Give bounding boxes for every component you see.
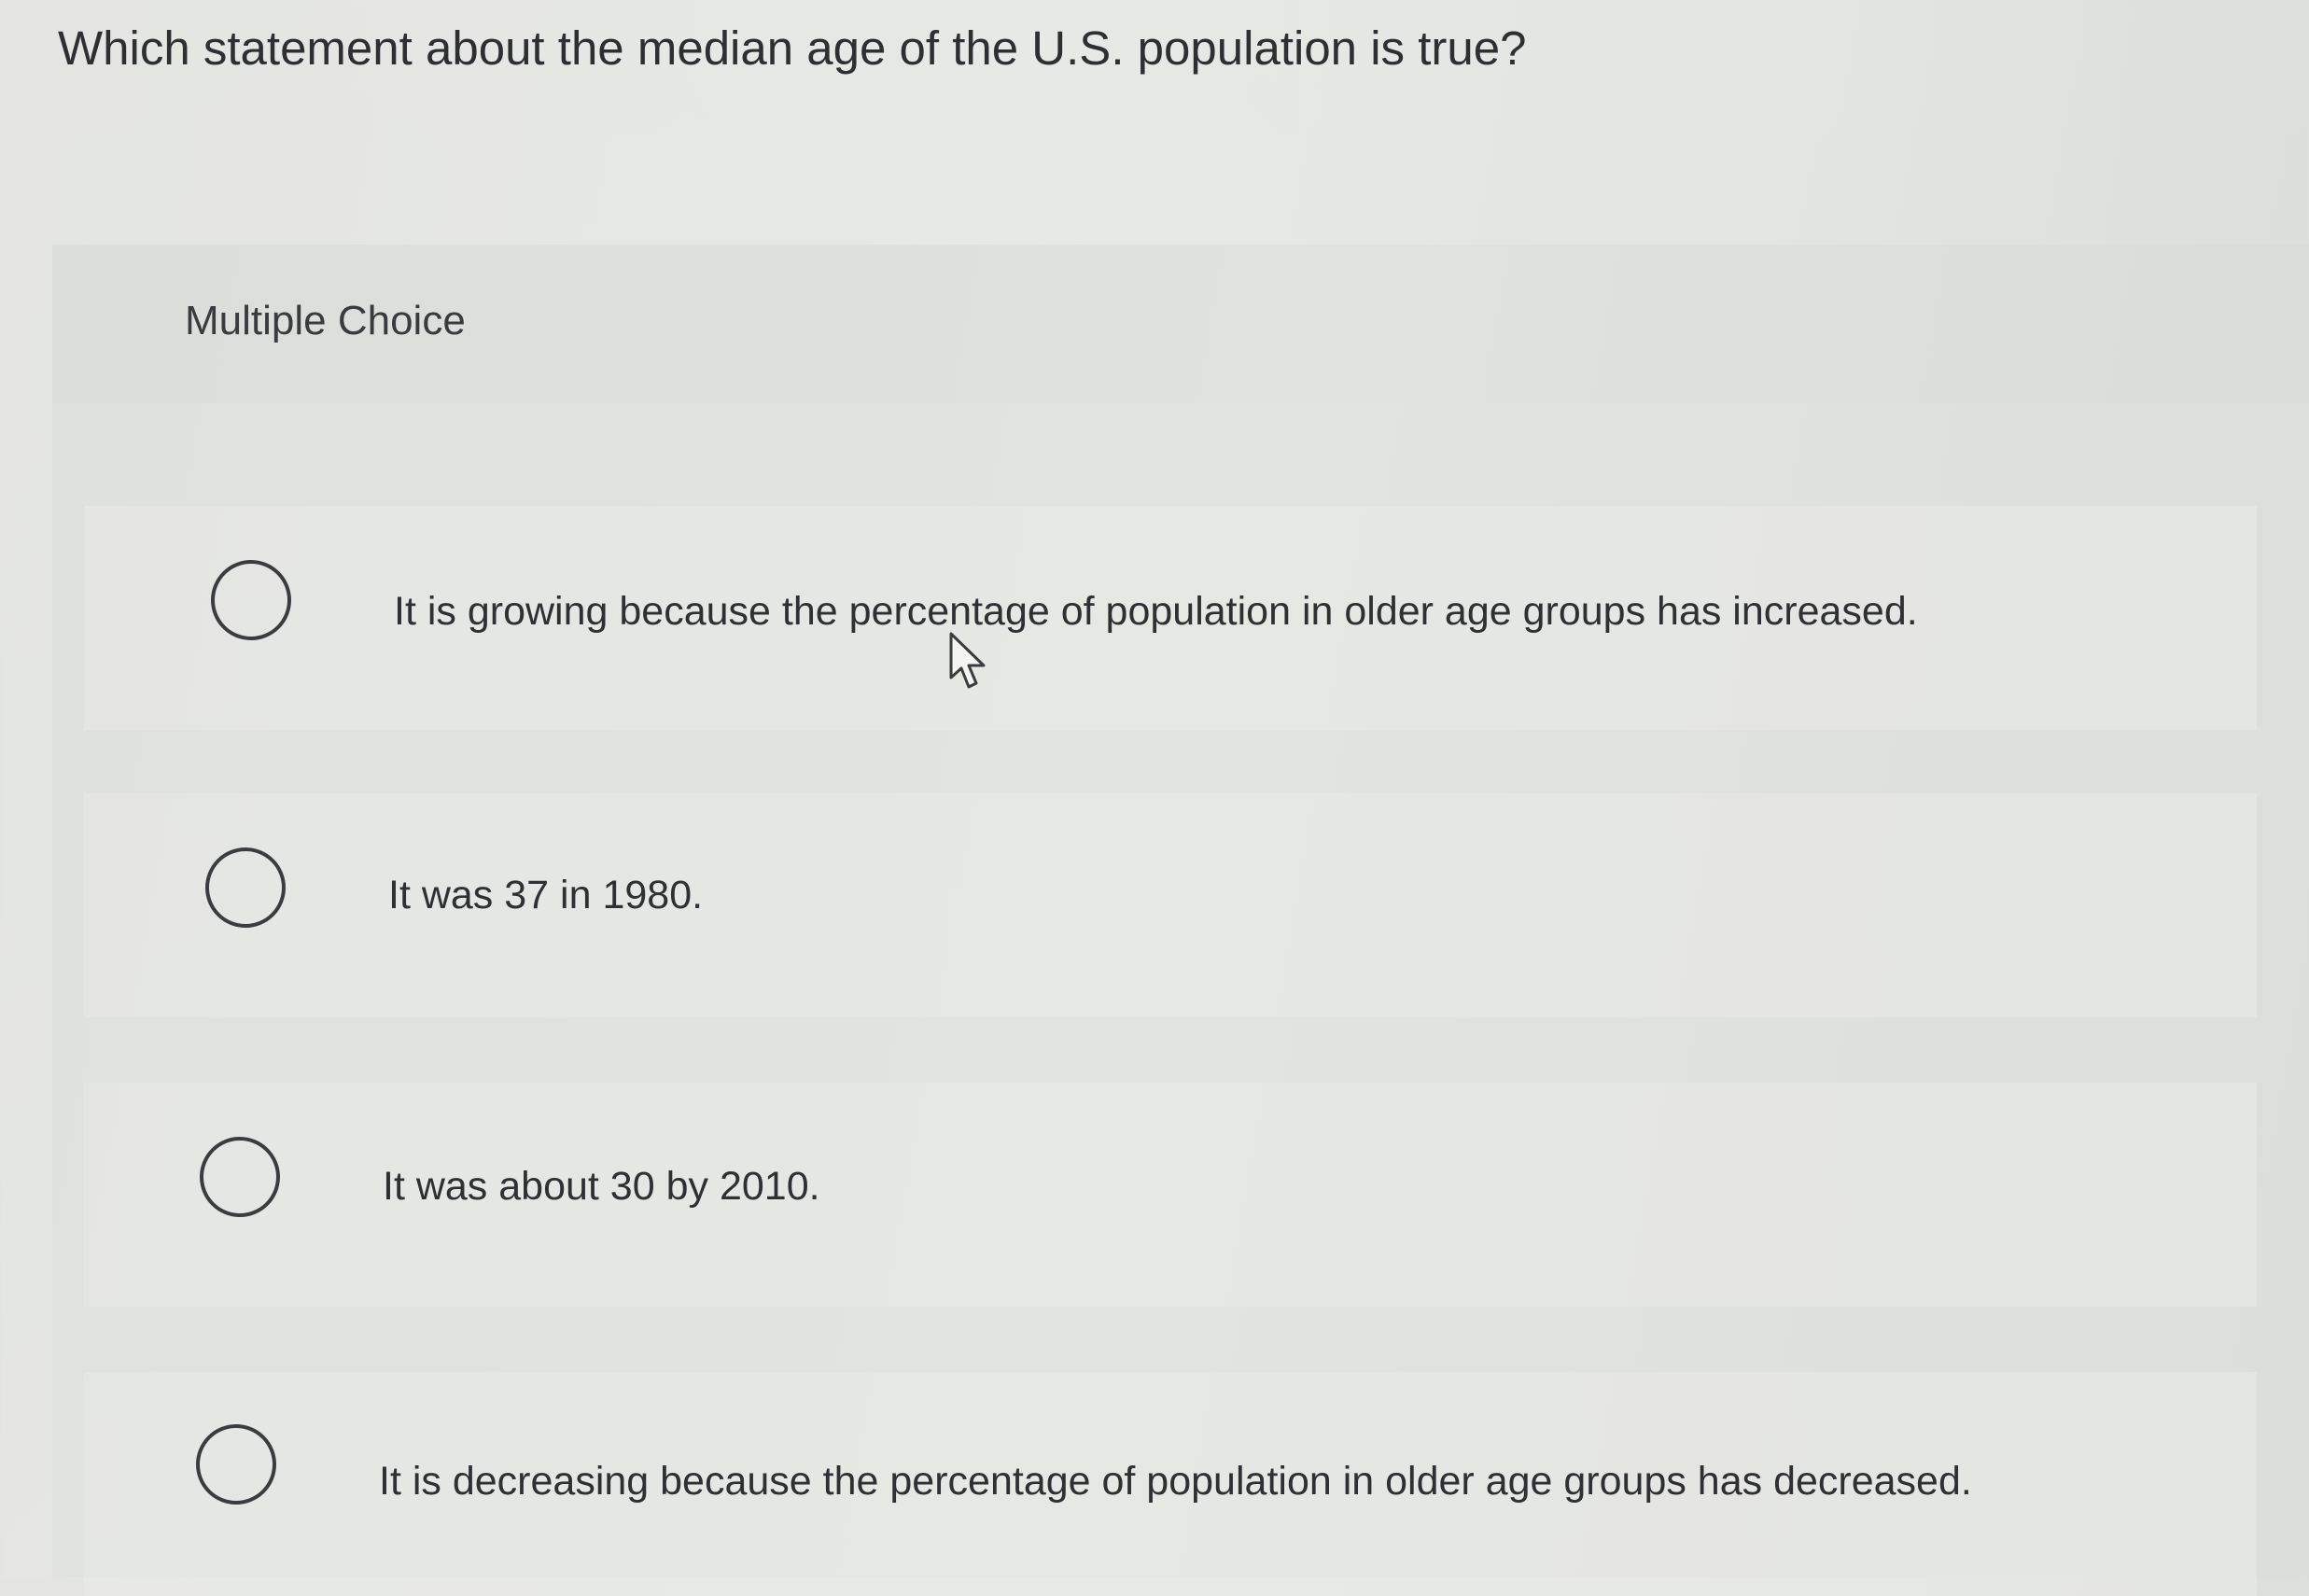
option-2-label[interactable]: It was 37 in 1980. bbox=[388, 866, 703, 924]
radio-option-2[interactable] bbox=[205, 847, 286, 928]
mouse-pointer-icon bbox=[949, 632, 986, 689]
multiple-choice-header: Multiple Choice bbox=[52, 245, 2309, 403]
question-text: Which statement about the median age of … bbox=[58, 21, 1527, 75]
option-1-label[interactable]: It is growing because the percentage of … bbox=[394, 582, 1918, 640]
multiple-choice-label: Multiple Choice bbox=[185, 298, 466, 343]
radio-option-3[interactable] bbox=[200, 1137, 280, 1217]
radio-option-4[interactable] bbox=[196, 1424, 276, 1505]
option-4-label[interactable]: It is decreasing because the percentage … bbox=[379, 1452, 1972, 1510]
option-3-label[interactable]: It was about 30 by 2010. bbox=[383, 1157, 820, 1215]
radio-option-1[interactable] bbox=[211, 560, 291, 640]
